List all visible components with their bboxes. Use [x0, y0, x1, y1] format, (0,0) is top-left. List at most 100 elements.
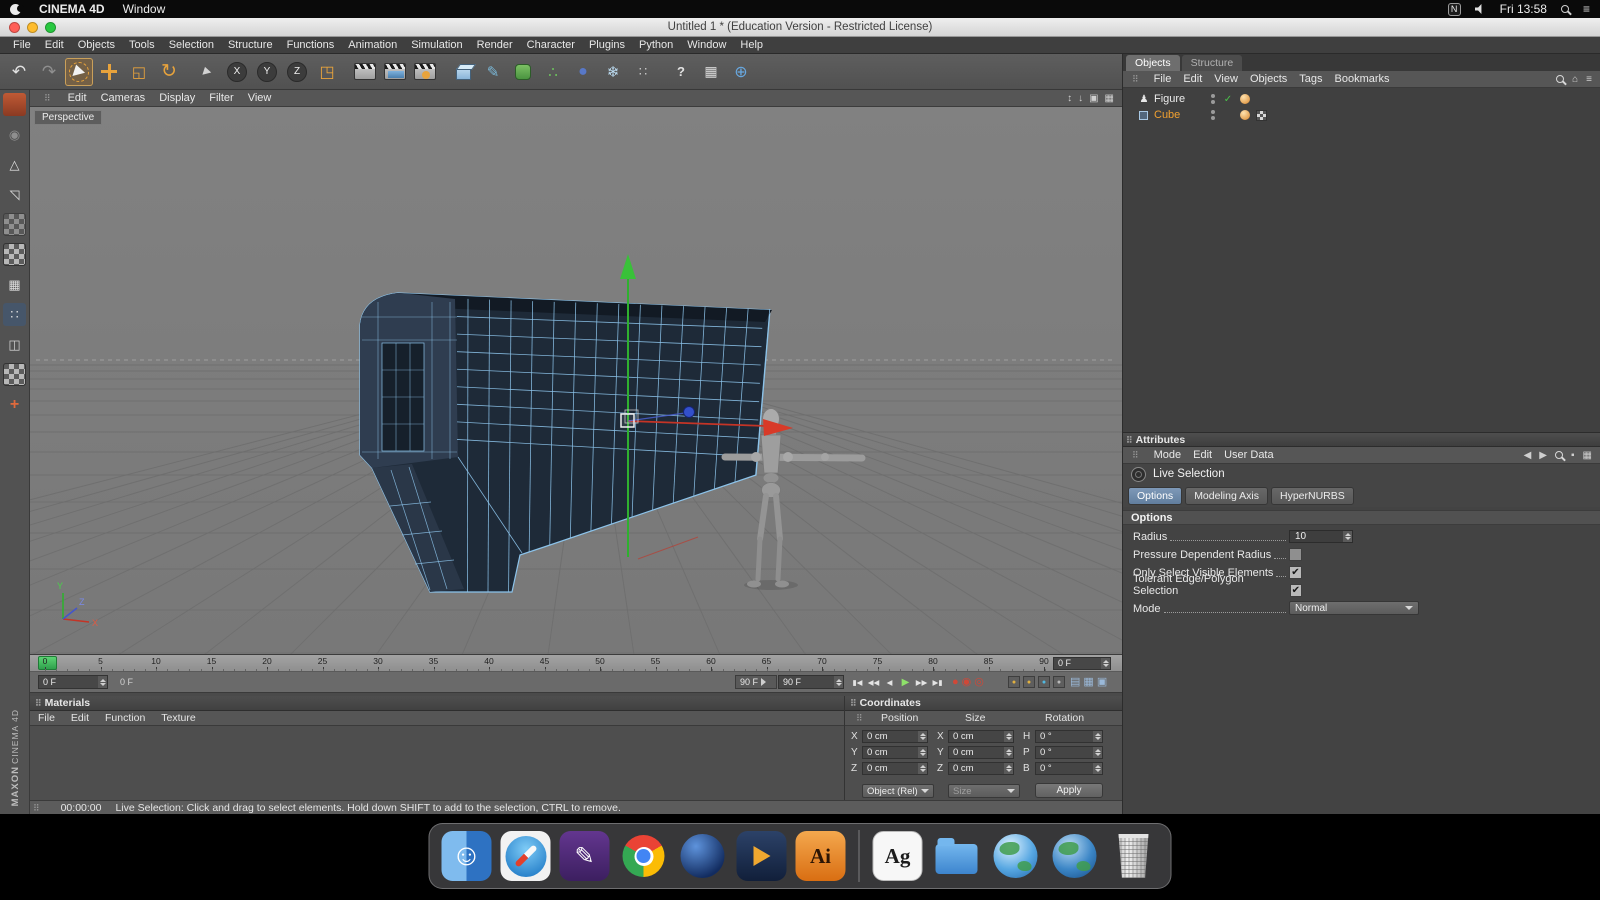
- menu-simulation[interactable]: Simulation: [404, 39, 469, 51]
- minimize-window-button[interactable]: [27, 22, 38, 33]
- phong-tag-icon[interactable]: [1240, 110, 1250, 120]
- add-metaball-icon[interactable]: ●: [569, 58, 597, 86]
- pressure-checkbox[interactable]: [1289, 548, 1302, 561]
- next-key-icon[interactable]: ▶▶: [914, 675, 929, 690]
- tab-options[interactable]: Options: [1128, 487, 1183, 505]
- timeline-tick-label[interactable]: 25: [314, 656, 332, 666]
- materials-menu-file[interactable]: File: [30, 712, 63, 724]
- menu-character[interactable]: Character: [520, 39, 582, 51]
- add-spline-icon[interactable]: ✎: [479, 58, 507, 86]
- render-picture-viewer-icon[interactable]: [381, 58, 409, 86]
- trash-icon[interactable]: [1109, 831, 1159, 881]
- om-menu-file[interactable]: File: [1148, 73, 1178, 85]
- frame-stepper-icon[interactable]: [1101, 657, 1110, 669]
- jump-to-start-icon[interactable]: ▮◀: [850, 675, 865, 690]
- size-z-field[interactable]: 0 cm: [948, 762, 1014, 775]
- earth-globe-dark-icon[interactable]: [1050, 831, 1100, 881]
- safari-icon[interactable]: [500, 831, 551, 881]
- live-selection-tool-icon[interactable]: [65, 57, 93, 86]
- apple-menu-icon[interactable]: [10, 3, 24, 15]
- menu-file[interactable]: File: [6, 39, 38, 51]
- purple-app-icon[interactable]: ✎: [559, 831, 610, 881]
- key-options-icon[interactable]: ●: [1053, 676, 1065, 688]
- menu-objects[interactable]: Objects: [71, 39, 122, 51]
- object-axis-mode-icon[interactable]: ◹: [3, 183, 26, 206]
- ruler-frame-field[interactable]: 0 F: [1053, 656, 1111, 670]
- menu-tools[interactable]: Tools: [122, 39, 162, 51]
- menu-plugins[interactable]: Plugins: [582, 39, 632, 51]
- menu-help[interactable]: Help: [733, 39, 770, 51]
- render-view-icon[interactable]: [351, 58, 379, 86]
- size-y-field[interactable]: 0 cm: [948, 746, 1014, 759]
- attr-menu-edit[interactable]: Edit: [1187, 449, 1218, 461]
- timeline-tick-label[interactable]: 65: [758, 656, 776, 666]
- redo-icon[interactable]: ↷: [35, 58, 63, 86]
- lock-x-axis-icon[interactable]: X: [223, 58, 251, 86]
- timeline-tick-label[interactable]: 50: [591, 656, 609, 666]
- history-forward-icon[interactable]: ▶: [1539, 450, 1547, 461]
- autokey-icon[interactable]: ●: [1008, 676, 1020, 688]
- object-row-cube[interactable]: Cube: [1123, 107, 1600, 123]
- timeline-tick-label[interactable]: 15: [203, 656, 221, 666]
- timeline-tick-label[interactable]: 45: [536, 656, 554, 666]
- move-tool-icon[interactable]: [95, 58, 123, 86]
- illustrator-icon[interactable]: Ai: [795, 831, 846, 881]
- point-mode-icon[interactable]: ∷: [3, 303, 26, 326]
- viewport-menu-view[interactable]: View: [241, 92, 279, 104]
- radius-field[interactable]: 10: [1289, 530, 1353, 543]
- viewport-canvas[interactable]: Perspective Y X Z: [30, 107, 1122, 655]
- timeline-tick-label[interactable]: 0: [36, 656, 54, 666]
- object-name[interactable]: Cube: [1154, 109, 1206, 121]
- menu-render[interactable]: Render: [470, 39, 520, 51]
- timeline-tick-label[interactable]: 60: [702, 656, 720, 666]
- spotlight-icon[interactable]: [1560, 5, 1569, 13]
- model-mode-icon[interactable]: △: [3, 153, 26, 176]
- pos-x-field[interactable]: 0 cm: [862, 730, 928, 743]
- add-hypernurbs-icon[interactable]: [509, 58, 537, 86]
- close-window-button[interactable]: [9, 22, 20, 33]
- object-row-figure[interactable]: ♟ Figure ✓: [1123, 91, 1600, 107]
- materials-menu-edit[interactable]: Edit: [63, 712, 97, 724]
- polygon-mode-icon[interactable]: [3, 363, 26, 386]
- options-section-header[interactable]: Options: [1123, 510, 1600, 525]
- timeline-tick-label[interactable]: 90: [1035, 656, 1053, 666]
- viewport-menu-edit[interactable]: Edit: [61, 92, 94, 104]
- tolerant-checkbox[interactable]: ✔: [1289, 584, 1302, 597]
- search-icon[interactable]: [1556, 75, 1565, 83]
- mode-dropdown[interactable]: Normal: [1289, 601, 1419, 615]
- object-mode-icon[interactable]: ▦: [3, 273, 26, 296]
- play-backwards-icon[interactable]: ◀: [882, 675, 897, 690]
- apply-button[interactable]: Apply: [1035, 783, 1103, 798]
- object-name[interactable]: Figure: [1154, 93, 1206, 105]
- history-back-icon[interactable]: ◀: [1524, 450, 1532, 461]
- search-icon[interactable]: [1555, 451, 1563, 459]
- visibility-dots-icon[interactable]: [1206, 94, 1220, 104]
- menu-animation[interactable]: Animation: [341, 39, 404, 51]
- undo-icon[interactable]: ↶: [5, 58, 33, 86]
- home-icon[interactable]: ⌂: [1572, 74, 1578, 85]
- current-frame-field[interactable]: 0 F: [38, 675, 108, 689]
- attr-menu-userdata[interactable]: User Data: [1218, 449, 1280, 461]
- om-menu-bookmarks[interactable]: Bookmarks: [1329, 73, 1396, 85]
- texture-axis-mode-icon[interactable]: [3, 243, 26, 266]
- viewport-down-icon[interactable]: ↓: [1078, 93, 1083, 104]
- range-start-label[interactable]: 0 F: [120, 677, 133, 687]
- texture-mode-icon[interactable]: [3, 213, 26, 236]
- om-menu-view[interactable]: View: [1208, 73, 1244, 85]
- rot-p-field[interactable]: 0 °: [1035, 746, 1103, 759]
- visible-checkbox[interactable]: ✔: [1289, 566, 1302, 579]
- size-x-field[interactable]: 0 cm: [948, 730, 1014, 743]
- menubar-clock[interactable]: Fri 13:58: [1500, 2, 1547, 16]
- motion-mode-icon[interactable]: ▣: [1097, 675, 1107, 688]
- timeline-tick-label[interactable]: 35: [425, 656, 443, 666]
- timeline-tick-label[interactable]: 75: [869, 656, 887, 666]
- chrome-icon[interactable]: [619, 831, 669, 881]
- om-menu-objects[interactable]: Objects: [1244, 73, 1293, 85]
- pos-z-field[interactable]: 0 cm: [862, 762, 928, 775]
- range-end-handle[interactable]: 90 F: [735, 675, 777, 689]
- documents-folder-icon[interactable]: [932, 831, 982, 881]
- window-titlebar[interactable]: Untitled 1 * (Education Version - Restri…: [0, 18, 1600, 37]
- viewport-quad-icon[interactable]: ▦: [1105, 93, 1114, 104]
- add-particles-icon[interactable]: ❄: [599, 58, 627, 86]
- lock-y-axis-icon[interactable]: Y: [253, 58, 281, 86]
